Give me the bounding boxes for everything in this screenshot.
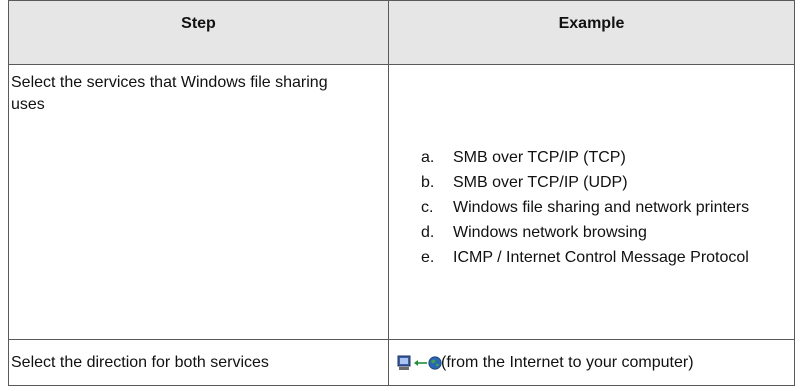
option-text: SMB over TCP/IP (TCP)	[453, 149, 626, 166]
step-cell: Select the direction for both services	[8, 339, 389, 386]
arrow-left-icon	[414, 359, 427, 367]
table-header-row: Step Example	[8, 0, 795, 65]
option-text: Windows network browsing	[453, 224, 647, 241]
list-item: b. SMB over TCP/IP (UDP)	[389, 172, 794, 193]
option-letter: e.	[421, 249, 435, 266]
header-step-label: Step	[181, 14, 216, 32]
table-row: Select the direction for both services (…	[8, 339, 795, 386]
table-row: Select the services that Windows file sh…	[8, 64, 795, 340]
option-letter: b.	[421, 174, 435, 191]
list-item: d. Windows network browsing	[389, 222, 794, 243]
step-text: Select the direction for both services	[11, 353, 269, 371]
example-cell: (from the Internet to your computer)	[388, 339, 795, 386]
option-letter: d.	[421, 224, 435, 241]
header-example: Example	[388, 0, 795, 65]
option-text: SMB over TCP/IP (UDP)	[453, 174, 628, 191]
service-options-list: a. SMB over TCP/IP (TCP) b. SMB over TCP…	[389, 65, 794, 268]
option-letter: c.	[421, 199, 434, 216]
list-item: c. Windows file sharing and network prin…	[389, 197, 794, 218]
list-item: e. ICMP / Internet Control Message Proto…	[389, 247, 794, 268]
steps-table: Step Example Select the services that Wi…	[8, 0, 795, 386]
step-text: Select the services that Windows file sh…	[11, 74, 328, 113]
step-cell: Select the services that Windows file sh…	[8, 64, 389, 340]
option-text: Windows file sharing and network printer…	[453, 199, 750, 216]
direction-text: (from the Internet to your computer)	[441, 353, 694, 371]
option-letter: a.	[421, 149, 435, 166]
header-example-label: Example	[558, 14, 625, 32]
computer-icon	[397, 355, 411, 371]
globe-icon	[428, 355, 442, 370]
example-cell: a. SMB over TCP/IP (TCP) b. SMB over TCP…	[388, 64, 795, 340]
list-item: a. SMB over TCP/IP (TCP)	[389, 147, 794, 168]
header-step: Step	[8, 0, 389, 65]
option-text: ICMP / Internet Control Message Protocol	[453, 249, 749, 266]
direction-example: (from the Internet to your computer)	[389, 354, 794, 372]
